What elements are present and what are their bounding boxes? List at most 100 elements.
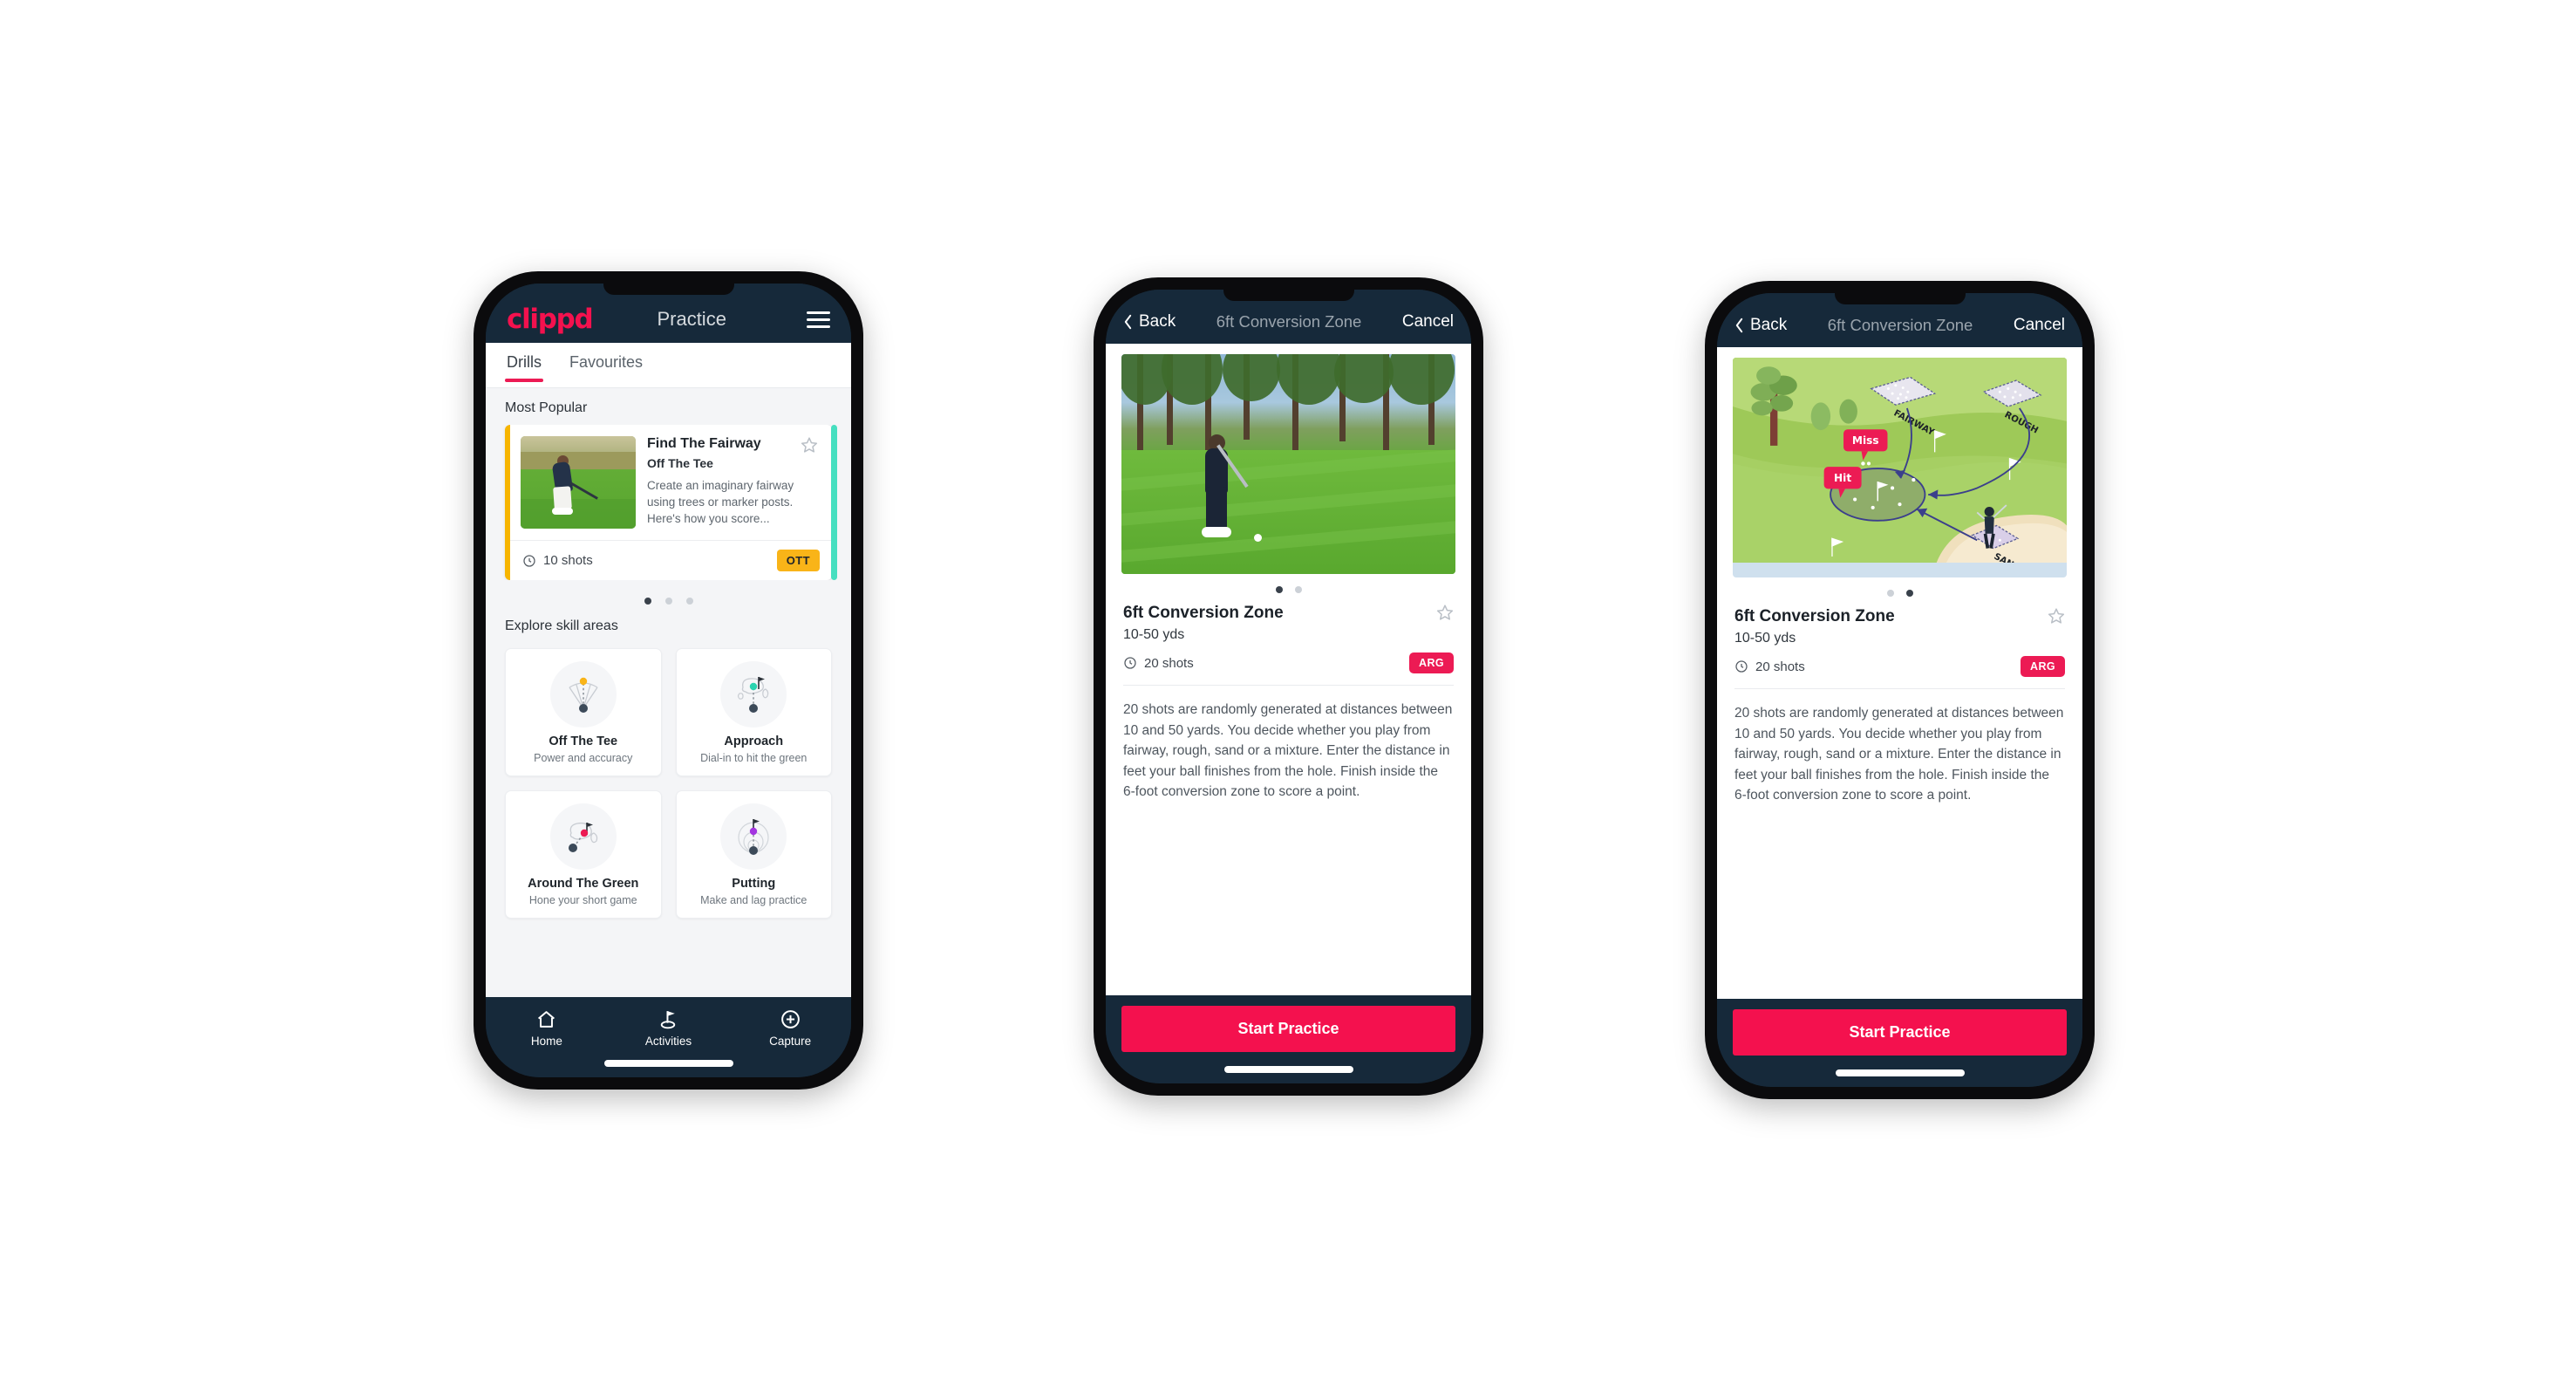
drill-card-find-the-fairway[interactable]: Find The Fairway Off The Tee Create an i… (505, 425, 832, 580)
device-notch (603, 284, 734, 295)
clock-icon (522, 554, 536, 568)
drill-shots-label: 20 shots (1755, 659, 1805, 674)
phone-drill-detail-photo: Back 6ft Conversion Zone Cancel 6ft Conv… (1094, 277, 1483, 1096)
carousel-dot[interactable] (1886, 590, 1894, 597)
back-button[interactable]: Back (1123, 312, 1176, 331)
skill-card-off-the-tee[interactable]: Off The Tee Power and accuracy (505, 648, 662, 776)
phone-drill-detail-diagram: Back 6ft Conversion Zone Cancel FAIRWAY … (1705, 281, 2095, 1099)
plus-circle-icon (780, 1008, 801, 1030)
star-outline-icon[interactable] (801, 436, 818, 454)
carousel-dot[interactable] (644, 598, 651, 605)
home-icon (535, 1008, 557, 1030)
skill-card-approach[interactable]: Approach Dial-in to hit the green (675, 648, 832, 776)
star-outline-icon[interactable] (2048, 607, 2065, 625)
skill-card-putting[interactable]: Putting Make and lag practice (675, 790, 832, 919)
screenshot-canvas: clippd Practice Drills Favourites Most P… (0, 0, 2576, 1387)
phone-practice-screen: clippd Practice Drills Favourites Most P… (474, 271, 863, 1090)
drill-detail-title: 6ft Conversion Zone (1123, 604, 1284, 622)
nav-label: Activities (644, 1035, 692, 1048)
carousel-dot[interactable] (685, 598, 693, 605)
home-indicator (1223, 1066, 1353, 1073)
cancel-button[interactable]: Cancel (2014, 316, 2065, 335)
drill-media-photo[interactable] (1121, 354, 1455, 574)
cancel-button[interactable]: Cancel (1402, 312, 1454, 331)
start-practice-button[interactable]: Start Practice (1121, 1006, 1455, 1052)
detail-body: 6ft Conversion Zone 10-50 yds 20 shots A… (1106, 344, 1471, 995)
drill-category-badge: ARG (2021, 656, 2065, 677)
putting-rings-icon (720, 803, 787, 870)
back-button[interactable]: Back (1734, 316, 1787, 335)
skill-desc: Power and accuracy (534, 752, 633, 764)
drill-shots-label: 20 shots (1144, 655, 1194, 671)
skill-name: Putting (732, 877, 776, 891)
carousel-dot[interactable] (1294, 586, 1302, 593)
drill-media-diagram[interactable]: FAIRWAY ROUGH SAND Miss Hit (1733, 358, 2067, 577)
carousel-dot[interactable] (1275, 586, 1283, 593)
drill-subtitle: Off The Tee (647, 456, 713, 470)
drill-detail-title: 6ft Conversion Zone (1734, 607, 1895, 625)
back-label: Back (1750, 316, 1788, 334)
drill-distance: 10-50 yds (1734, 631, 1796, 646)
star-outline-icon[interactable] (1436, 604, 1454, 621)
hamburger-menu-icon[interactable] (807, 311, 830, 328)
chevron-left-icon (1123, 314, 1133, 330)
tab-drills[interactable]: Drills (505, 352, 555, 382)
page-title: Practice (657, 308, 726, 330)
tee-dispersion-icon (549, 661, 617, 728)
golf-flag-icon (658, 1008, 679, 1030)
home-indicator (603, 1060, 733, 1067)
around-green-icon (549, 803, 617, 870)
drill-detail-description: 20 shots are randomly generated at dista… (1734, 706, 2064, 803)
drill-detail-description: 20 shots are randomly generated at dista… (1123, 702, 1453, 800)
drill-title: Find The Fairway (647, 436, 761, 451)
nav-label: Capture (769, 1035, 812, 1048)
media-carousel-dots[interactable] (1717, 577, 2082, 605)
detail-title-block: 6ft Conversion Zone 10-50 yds 20 shots A… (1106, 602, 1471, 673)
skill-desc: Make and lag practice (700, 894, 808, 906)
carousel-dot[interactable] (664, 598, 672, 605)
svg-text:Hit: Hit (1834, 472, 1851, 484)
clock-icon (1123, 656, 1137, 670)
tab-favourites[interactable]: Favourites (568, 352, 657, 382)
skill-name: Around The Green (528, 877, 639, 891)
drill-description: Create an imaginary fairway using trees … (647, 479, 794, 526)
drill-shots: 10 shots (522, 553, 593, 568)
nav-item-home[interactable]: Home (486, 1008, 608, 1048)
drill-shots: 20 shots (1734, 659, 1805, 674)
carousel-dot[interactable] (1905, 590, 1913, 597)
practice-content: Most Popular Find The Fairway Off The Te… (486, 388, 851, 997)
approach-green-icon (720, 661, 787, 728)
tab-bar: Drills Favourites (486, 343, 851, 388)
home-indicator (1835, 1069, 1965, 1076)
drill-carousel[interactable]: Find The Fairway Off The Tee Create an i… (486, 425, 851, 580)
carousel-dots[interactable] (486, 580, 851, 618)
skill-name: Off The Tee (549, 734, 618, 748)
next-card-accent-stripe (831, 425, 837, 580)
drill-thumbnail (521, 436, 636, 529)
detail-header-title: 6ft Conversion Zone (1216, 312, 1362, 331)
detail-body: FAIRWAY ROUGH SAND Miss Hit 6ft Conversi… (1717, 347, 2082, 999)
media-carousel-dots[interactable] (1106, 574, 1471, 602)
device-notch (1834, 293, 1966, 304)
drill-distance: 10-50 yds (1123, 627, 1185, 642)
skill-desc: Hone your short game (528, 894, 637, 906)
nav-label: Home (530, 1035, 562, 1048)
skill-desc: Dial-in to hit the green (700, 752, 808, 764)
drill-shots: 20 shots (1123, 656, 1194, 671)
chevron-left-icon (1734, 318, 1744, 333)
skill-name: Approach (724, 734, 784, 748)
start-practice-button[interactable]: Start Practice (1733, 1009, 2067, 1056)
skill-areas-grid: Off The Tee Power and accuracy Approach … (486, 643, 851, 919)
drill-category-badge: OTT (776, 550, 820, 571)
device-notch (1223, 290, 1354, 301)
explore-skill-areas-heading: Explore skill areas (505, 618, 618, 633)
detail-title-block: 6ft Conversion Zone 10-50 yds 20 shots A… (1717, 605, 2082, 677)
drill-category-badge: ARG (1409, 653, 1454, 673)
most-popular-heading: Most Popular (505, 400, 588, 415)
nav-item-activities[interactable]: Activities (608, 1008, 730, 1048)
back-label: Back (1139, 312, 1176, 331)
nav-item-capture[interactable]: Capture (729, 1008, 851, 1048)
detail-header-title: 6ft Conversion Zone (1827, 316, 1973, 334)
skill-card-around-the-green[interactable]: Around The Green Hone your short game (505, 790, 662, 919)
drill-shots-label: 10 shots (543, 553, 593, 568)
